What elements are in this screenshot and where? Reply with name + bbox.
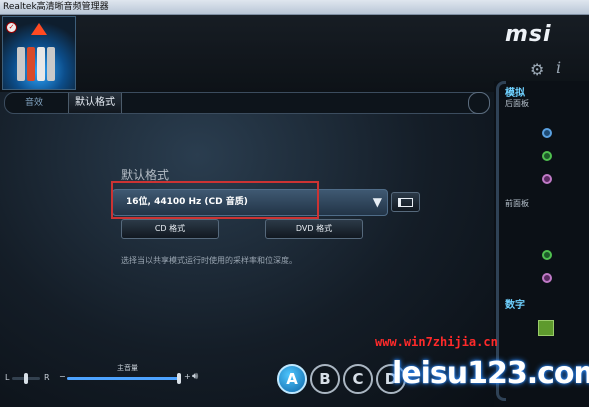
balance-handle[interactable] bbox=[24, 373, 28, 384]
tab-bar-end bbox=[468, 92, 490, 114]
volume-slider[interactable] bbox=[67, 373, 181, 384]
window-icon bbox=[398, 198, 413, 207]
rear-jack-blue-icon[interactable] bbox=[542, 128, 552, 138]
output-arrow-icon bbox=[31, 23, 47, 35]
watermark-logo: leisu123.com bbox=[392, 356, 589, 391]
device-icon[interactable]: ✓ bbox=[2, 16, 76, 90]
title-bar: Realtek高清晰音频管理器 bbox=[0, 0, 589, 15]
dvd-format-button[interactable]: DVD 格式 bbox=[265, 219, 363, 239]
balance-slider[interactable] bbox=[12, 373, 40, 384]
main-volume-label: 主音量 bbox=[117, 364, 138, 372]
speaker-plug-icon bbox=[17, 47, 25, 81]
profile-a-button[interactable]: A bbox=[277, 364, 307, 394]
chevron-down-icon[interactable]: ▼ bbox=[373, 195, 382, 209]
balance-right-label: R bbox=[44, 373, 50, 382]
cd-format-button[interactable]: CD 格式 bbox=[121, 219, 219, 239]
balance-left-label: L bbox=[5, 373, 10, 382]
speaker-icon[interactable]: 🔊︎ bbox=[192, 371, 198, 382]
info-icon[interactable]: i bbox=[556, 58, 561, 77]
tab-bar: 音效 默认格式 bbox=[4, 92, 490, 114]
sidebar-bracket bbox=[496, 81, 506, 401]
default-device-check-icon: ✓ bbox=[6, 22, 17, 33]
volume-handle[interactable] bbox=[176, 373, 181, 384]
tab-default-format[interactable]: 默认格式 bbox=[68, 93, 122, 113]
msi-logo: msi bbox=[505, 22, 552, 47]
speaker-plug-icon bbox=[37, 47, 45, 81]
profile-b-button[interactable]: B bbox=[310, 364, 340, 394]
watermark-site: www.win7zhijia.cn bbox=[375, 335, 498, 349]
tab-sound-effects[interactable]: 音效 bbox=[15, 93, 53, 113]
gear-icon[interactable]: ⚙ bbox=[530, 60, 544, 79]
profile-c-button[interactable]: C bbox=[343, 364, 373, 394]
volume-down-icon[interactable]: − bbox=[59, 372, 66, 381]
digital-label: 数字 bbox=[505, 300, 525, 311]
digital-output-icon[interactable] bbox=[538, 320, 554, 336]
highlight-box bbox=[111, 181, 319, 219]
volume-fill bbox=[67, 377, 179, 380]
format-description: 选择当以共享模式运行时使用的采样率和位深度。 bbox=[121, 256, 297, 265]
speaker-plug-icon bbox=[47, 47, 55, 81]
volume-up-icon[interactable]: + bbox=[184, 372, 191, 381]
restore-button[interactable] bbox=[391, 192, 420, 212]
rear-jack-pink-icon[interactable] bbox=[542, 174, 552, 184]
window-title: Realtek高清晰音频管理器 bbox=[3, 2, 109, 12]
rear-panel-label: 后面板 bbox=[505, 99, 529, 108]
analog-label: 模拟 bbox=[505, 88, 525, 99]
rear-jack-green-icon[interactable] bbox=[542, 151, 552, 161]
front-jack-pink-icon[interactable] bbox=[542, 273, 552, 283]
speaker-plug-icon bbox=[27, 47, 35, 81]
front-panel-label: 前面板 bbox=[505, 199, 529, 208]
front-jack-green-icon[interactable] bbox=[542, 250, 552, 260]
